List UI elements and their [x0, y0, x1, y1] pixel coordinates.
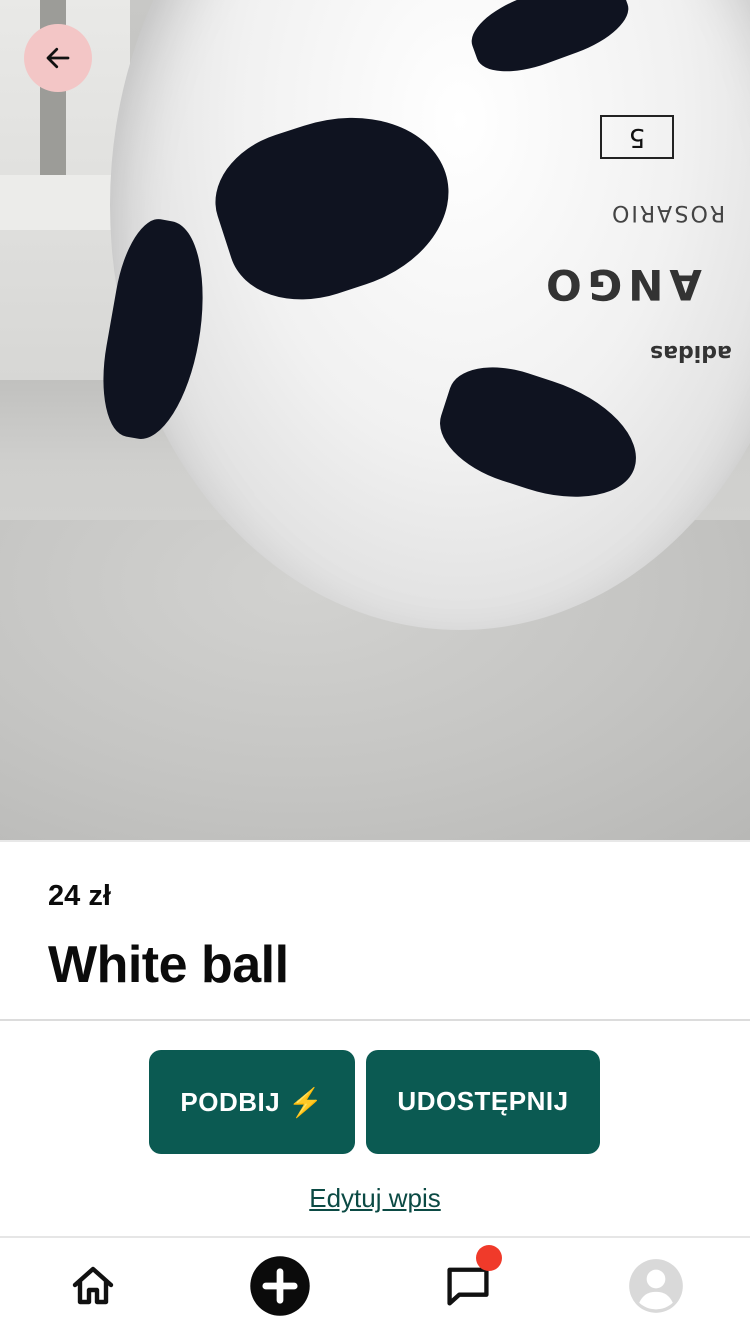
ball-panel — [427, 351, 653, 519]
messages-notification-badge — [476, 1245, 502, 1271]
user-avatar-icon — [629, 1259, 683, 1313]
ball-size-label: 5 — [600, 115, 674, 159]
nav-home[interactable] — [33, 1238, 153, 1334]
share-button-label: UDOSTĘPNIJ — [397, 1086, 569, 1116]
ball-brand-text: adidas — [650, 340, 732, 365]
nav-add-listing[interactable] — [220, 1238, 340, 1334]
boost-button[interactable]: PODBIJ ⚡ — [149, 1050, 355, 1154]
edit-listing-link[interactable]: Edytuj wpis — [0, 1183, 750, 1214]
listing-photo[interactable]: 5 ANGO ROSARIO adidas — [0, 0, 750, 840]
divider — [0, 1019, 750, 1021]
back-button[interactable] — [24, 24, 92, 92]
home-icon — [72, 1266, 114, 1305]
share-button[interactable]: UDOSTĘPNIJ — [366, 1050, 600, 1154]
ball-model-sub-text: ROSARIO — [610, 200, 726, 225]
boost-button-label: PODBIJ — [180, 1086, 281, 1117]
nav-messages[interactable] — [408, 1238, 528, 1334]
ball-model-text: ANGO — [540, 260, 702, 309]
divider — [0, 840, 750, 842]
arrow-left-icon — [46, 47, 70, 69]
ball-panel — [462, 0, 638, 86]
ball-panel — [199, 88, 471, 322]
plus-circle-icon — [250, 1256, 310, 1316]
lightning-icon: ⚡ — [288, 1086, 324, 1118]
nav-profile[interactable] — [596, 1238, 716, 1334]
listing-price: 24 zł — [48, 880, 111, 912]
bottom-navigation — [0, 1238, 750, 1334]
listing-title: White ball — [48, 936, 289, 994]
